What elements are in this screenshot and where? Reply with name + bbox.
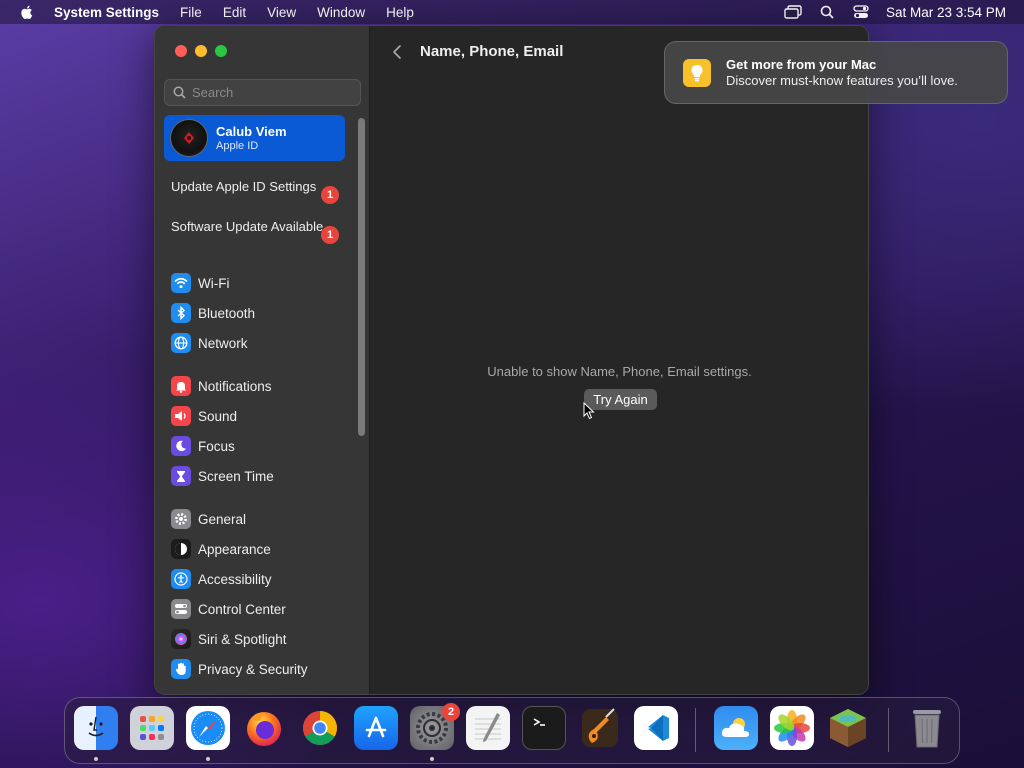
hand-icon <box>171 659 191 679</box>
safari-icon[interactable] <box>186 706 230 750</box>
content-pane: Name, Phone, Email Unable to show Name, … <box>371 26 868 694</box>
sidebar-item-screen-time[interactable]: Screen Time <box>171 464 274 488</box>
minimize-window-button[interactable] <box>195 45 207 57</box>
app-store-icon[interactable] <box>354 706 398 750</box>
update-apple-id-settings-item[interactable]: Update Apple ID Settings <box>171 179 341 195</box>
dock-separator <box>888 708 889 752</box>
sidebar-item-focus[interactable]: Focus <box>171 434 235 458</box>
running-indicator <box>94 757 98 761</box>
sidebar-item-appearance[interactable]: Appearance <box>171 537 271 561</box>
vscode-icon[interactable] <box>634 706 678 750</box>
appearance-icon <box>171 539 191 559</box>
sidebar-item-label: Notifications <box>198 378 272 394</box>
textedit-icon[interactable] <box>466 706 510 750</box>
speaker-icon <box>171 406 191 426</box>
globe-icon <box>171 333 191 353</box>
search-field[interactable] <box>164 79 361 106</box>
weather-icon[interactable] <box>714 706 758 750</box>
sidebar: Calub Viem Apple ID Update Apple ID Sett… <box>155 26 370 694</box>
spotlight-search-icon[interactable] <box>818 3 836 21</box>
accessibility-icon <box>171 569 191 589</box>
error-message: Unable to show Name, Phone, Email settin… <box>487 364 752 379</box>
mouse-pointer-icon <box>583 402 595 420</box>
bluetooth-icon <box>171 303 191 323</box>
apple-id-account[interactable]: Calub Viem Apple ID <box>164 115 345 161</box>
account-name: Calub Viem <box>216 124 287 139</box>
notification-title: Get more from your Mac <box>726 57 877 72</box>
menu-clock[interactable]: Sat Mar 23 3:54 PM <box>886 5 1006 20</box>
running-indicator <box>206 757 210 761</box>
terminal-icon[interactable] <box>522 706 566 750</box>
menu-edit[interactable]: Edit <box>223 5 246 20</box>
dock: 2 <box>64 697 960 764</box>
zoom-window-button[interactable] <box>215 45 227 57</box>
sidebar-item-label: Sound <box>198 408 238 424</box>
back-chevron-icon[interactable] <box>391 44 405 60</box>
sidebar-item-accessibility[interactable]: Accessibility <box>171 567 272 591</box>
sidebar-item-privacy-security[interactable]: Privacy & Security <box>171 657 308 681</box>
sidebar-item-notifications[interactable]: Notifications <box>171 374 272 398</box>
apple-logo-icon[interactable] <box>18 3 36 21</box>
sidebar-item-label: Accessibility <box>198 571 272 587</box>
sidebar-item-label: Focus <box>198 438 235 454</box>
dock-separator <box>695 708 696 752</box>
menu-app-name[interactable]: System Settings <box>54 5 159 20</box>
control-center-icon <box>171 599 191 619</box>
sidebar-item-label: Control Center <box>198 601 286 617</box>
wifi-icon <box>171 273 191 293</box>
notification-badge: 1 <box>321 186 339 204</box>
bell-icon <box>171 376 191 396</box>
menu-bar: System Settings File Edit View Window He… <box>0 0 1024 24</box>
sidebar-item-label: Wi-Fi <box>198 275 230 291</box>
running-indicator <box>430 757 434 761</box>
sidebar-item-label: Network <box>198 335 248 351</box>
sidebar-item-siri-spotlight[interactable]: Siri & Spotlight <box>171 627 287 651</box>
menu-view[interactable]: View <box>267 5 296 20</box>
account-subtitle: Apple ID <box>216 140 259 152</box>
sidebar-item-label: Bluetooth <box>198 305 256 321</box>
sidebar-item-control-center[interactable]: Control Center <box>171 597 286 621</box>
avatar <box>170 119 208 157</box>
photos-icon[interactable] <box>770 706 814 750</box>
sidebar-item-label: General <box>198 511 247 527</box>
notification-badge: 1 <box>321 226 339 244</box>
chrome-icon[interactable] <box>298 706 342 750</box>
menu-file[interactable]: File <box>180 5 202 20</box>
sidebar-scrollbar[interactable] <box>358 118 365 436</box>
minecraft-icon[interactable] <box>826 706 870 750</box>
sidebar-item-label: Screen Time <box>198 468 274 484</box>
sidebar-item-general[interactable]: General <box>171 507 246 531</box>
search-input[interactable] <box>192 85 352 100</box>
close-window-button[interactable] <box>175 45 187 57</box>
system-settings-badge: 2 <box>442 703 460 721</box>
screen-mirroring-icon[interactable] <box>784 3 802 21</box>
garageband-icon[interactable] <box>578 706 622 750</box>
hourglass-icon <box>171 466 191 486</box>
sidebar-item-bluetooth[interactable]: Bluetooth <box>171 301 255 325</box>
control-center-icon[interactable] <box>852 3 870 21</box>
window-controls <box>175 45 227 57</box>
settings-window: Calub Viem Apple ID Update Apple ID Sett… <box>154 25 869 695</box>
launchpad-icon[interactable] <box>130 706 174 750</box>
sidebar-item-wifi[interactable]: Wi-Fi <box>171 271 229 295</box>
sidebar-item-sound[interactable]: Sound <box>171 404 237 428</box>
trash-icon[interactable] <box>905 706 949 750</box>
search-icon <box>173 86 186 99</box>
software-update-item[interactable]: Software Update Available <box>171 219 341 235</box>
notification-banner[interactable]: Get more from your Mac Discover must-kno… <box>664 41 1008 104</box>
lightbulb-icon <box>683 58 711 87</box>
sidebar-item-label: Appearance <box>198 541 271 557</box>
menu-window[interactable]: Window <box>317 5 365 20</box>
siri-icon <box>171 629 191 649</box>
gear-icon <box>171 509 191 529</box>
finder-icon[interactable] <box>74 706 118 750</box>
sidebar-item-label: Siri & Spotlight <box>198 631 287 647</box>
sidebar-item-label: Privacy & Security <box>198 661 308 677</box>
page-title: Name, Phone, Email <box>420 43 564 60</box>
sidebar-item-network[interactable]: Network <box>171 331 248 355</box>
notification-body: Discover must-know features you’ll love. <box>726 73 958 88</box>
moon-icon <box>171 436 191 456</box>
firefox-icon[interactable] <box>242 706 286 750</box>
menu-help[interactable]: Help <box>386 5 414 20</box>
